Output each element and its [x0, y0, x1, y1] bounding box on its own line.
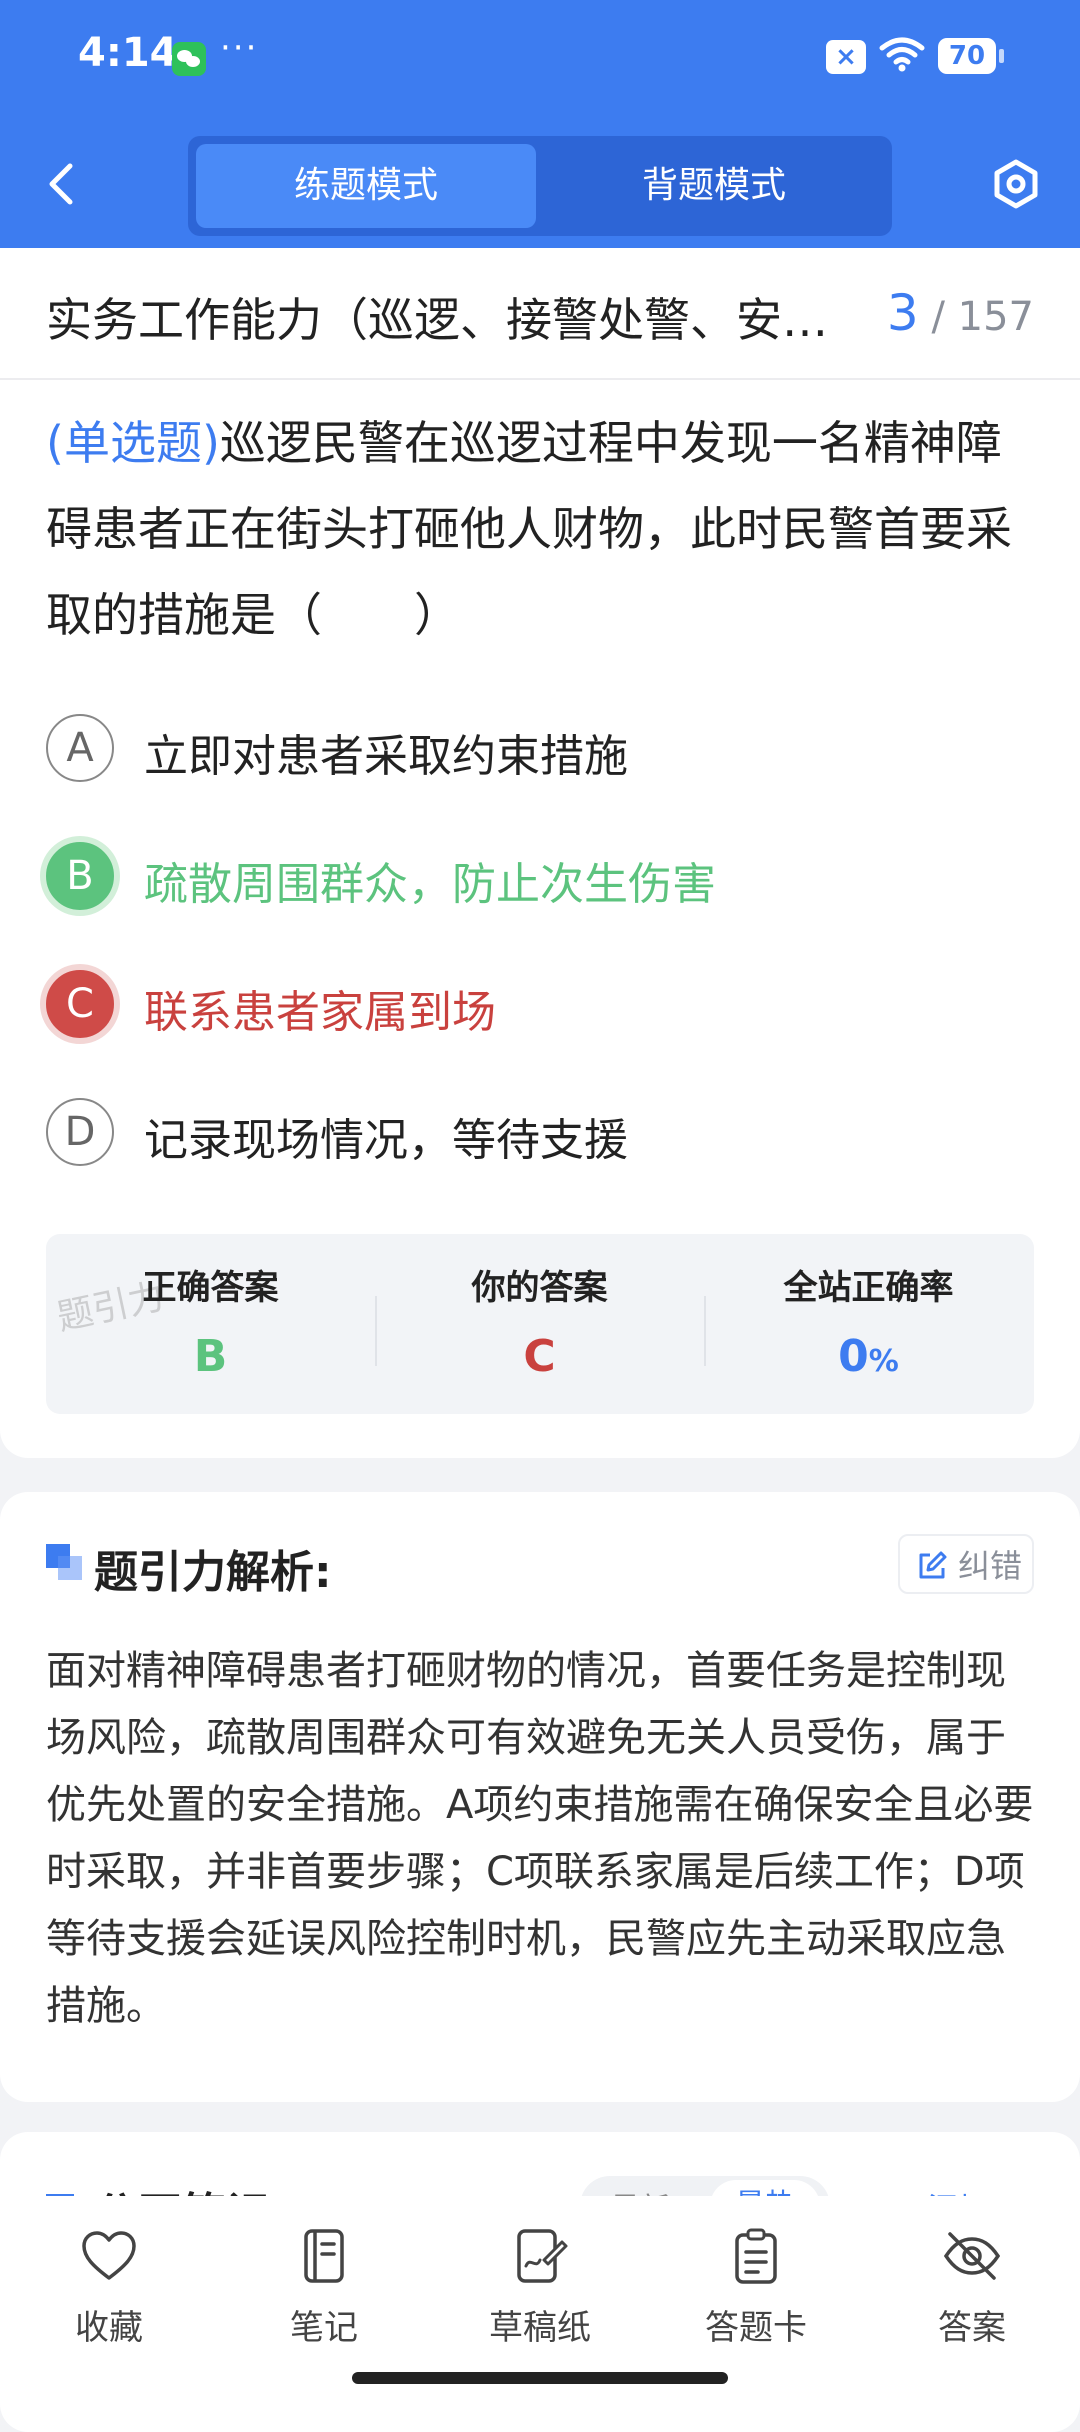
- question-text: (单选题)巡逻民警在巡逻过程中发现一名精神障碍患者正在街头打砸他人财物，此时民警…: [46, 400, 1036, 658]
- section-marker-icon: [46, 1544, 82, 1580]
- nav-label-notes: 笔记: [290, 2308, 358, 2348]
- edit-icon: [919, 1551, 947, 1579]
- nav-label-answer: 答案: [938, 2308, 1006, 2348]
- report-error-label: 纠错: [958, 1547, 1023, 1585]
- option-a[interactable]: A 立即对患者采取约束措施: [46, 710, 1036, 790]
- question-card: 实务工作能力（巡逻、接警处警、安… 3 / 157 (单选题)巡逻民警在巡逻过程…: [0, 248, 1080, 1458]
- wifi-icon: [879, 37, 925, 72]
- answer-card-icon: [735, 2228, 777, 2284]
- eye-off-icon: [943, 2232, 1001, 2280]
- top-bar: 4:14 ··· × 70 练题模式 背题模式: [0, 0, 1080, 248]
- analysis-card: 题引力解析: 纠错 面对精神障碍患者打砸财物的情况，首要任务是控制现场风险，疏散…: [0, 1492, 1080, 2102]
- your-answer: 你的答案 C: [375, 1260, 704, 1382]
- draft-paper-icon: [517, 2229, 568, 2283]
- correct-answer: 正确答案 B: [46, 1260, 375, 1382]
- sim-off-icon: ×: [826, 40, 866, 74]
- answer-result-panel: 题引力 正确答案 B 你的答案 C 全站正确率 0%: [46, 1234, 1034, 1414]
- site-accuracy-label: 全站正确率: [783, 1268, 954, 1308]
- site-accuracy-value: 0%: [704, 1331, 1033, 1382]
- draft-paper-button[interactable]: 草稿纸: [460, 2226, 620, 2349]
- toggle-answer-button[interactable]: 答案: [892, 2226, 1052, 2349]
- option-text: 记录现场情况，等待支援: [144, 1115, 628, 1166]
- divider: [0, 378, 1080, 380]
- question-category: 实务工作能力（巡逻、接警处警、安…: [46, 293, 828, 347]
- total-question-count: 157: [957, 294, 1034, 340]
- tab-memorize-mode[interactable]: 背题模式: [544, 144, 884, 228]
- counter-separator: /: [931, 294, 958, 340]
- option-c[interactable]: C 联系患者家属到场: [46, 966, 1036, 1046]
- settings-icon[interactable]: [990, 158, 1042, 210]
- notebook-icon: [304, 2229, 344, 2283]
- mode-switch: 练题模式 背题模式: [188, 136, 892, 236]
- option-text: 联系患者家属到场: [144, 987, 496, 1038]
- back-arrow-icon[interactable]: [42, 160, 82, 208]
- option-d[interactable]: D 记录现场情况，等待支援: [46, 1094, 1036, 1174]
- correct-answer-value: B: [193, 1331, 228, 1382]
- question-type-tag: (单选题): [46, 416, 220, 470]
- status-bar: 4:14 ··· × 70: [0, 0, 1080, 120]
- notes-button[interactable]: 笔记: [244, 2226, 404, 2349]
- your-answer-label: 你的答案: [471, 1268, 608, 1308]
- option-letter-correct: B: [46, 842, 114, 910]
- home-indicator[interactable]: [352, 2372, 728, 2384]
- nav-label-answer-card: 答题卡: [705, 2308, 807, 2348]
- tab-practice-mode[interactable]: 练题模式: [196, 144, 536, 228]
- bottom-toolbar: 收藏 笔记 草稿纸 答题卡 答案: [0, 2196, 1080, 2400]
- heart-icon: [82, 2231, 136, 2280]
- current-question-number: 3: [886, 284, 919, 342]
- wechat-icon: [172, 42, 206, 76]
- correct-answer-label: 正确答案: [142, 1268, 279, 1308]
- option-letter: A: [46, 714, 114, 782]
- option-text: 疏散周围群众，防止次生伤害: [144, 859, 716, 910]
- report-error-button[interactable]: 纠错: [898, 1534, 1034, 1594]
- answer-card-button[interactable]: 答题卡: [676, 2226, 836, 2349]
- accuracy-number: 0: [838, 1331, 869, 1382]
- your-answer-value: C: [523, 1331, 556, 1382]
- nav-label-draft: 草稿纸: [489, 2308, 591, 2348]
- status-time: 4:14: [78, 30, 178, 76]
- option-letter-wrong: C: [46, 970, 114, 1038]
- option-b[interactable]: B 疏散周围群众，防止次生伤害: [46, 838, 1036, 918]
- accuracy-unit: %: [868, 1344, 899, 1379]
- site-accuracy: 全站正确率 0%: [704, 1260, 1033, 1382]
- question-counter[interactable]: 3 / 157: [887, 284, 1034, 342]
- option-text: 立即对患者采取约束措施: [144, 731, 628, 782]
- battery-indicator: 70: [938, 38, 1004, 74]
- favorite-button[interactable]: 收藏: [29, 2226, 189, 2349]
- nav-label-favorite: 收藏: [75, 2308, 143, 2348]
- more-notifications-icon: ···: [220, 28, 259, 68]
- analysis-body: 面对精神障碍患者打砸财物的情况，首要任务是控制现场风险，疏散周围群众可有效避免无…: [46, 1648, 1034, 2029]
- analysis-title: 题引力解析:: [94, 1547, 332, 1598]
- option-letter: D: [46, 1098, 114, 1166]
